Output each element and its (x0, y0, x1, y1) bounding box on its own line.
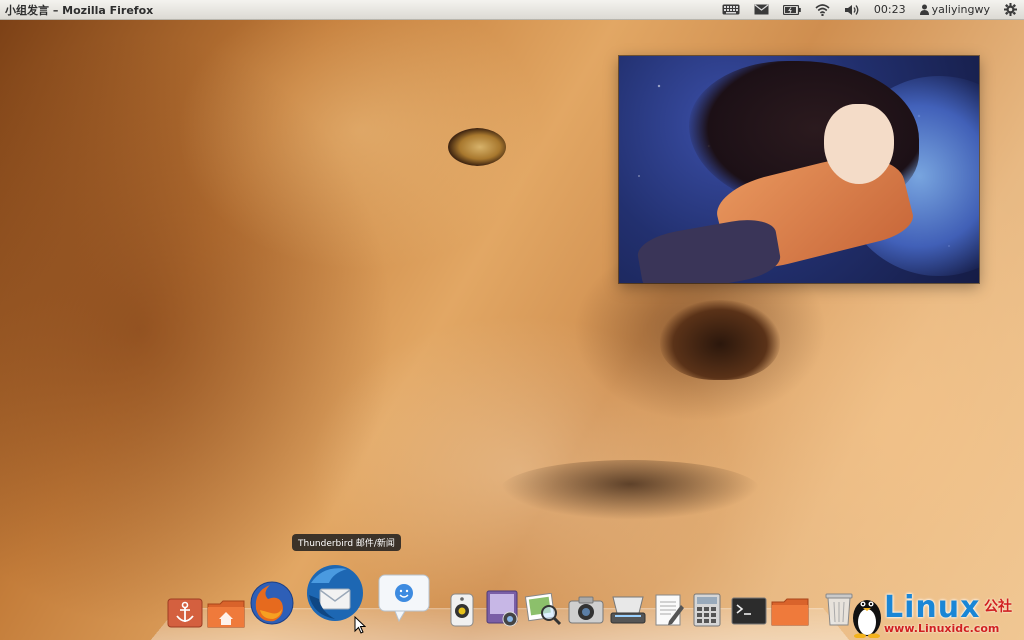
dock-item-anchor[interactable] (166, 596, 204, 630)
dock-item-firefox[interactable] (247, 578, 297, 628)
watermark-suffix: 公社 (984, 599, 1012, 615)
wifi-icon (815, 3, 830, 16)
volume-icon (844, 4, 859, 15)
sound-indicator[interactable] (837, 0, 867, 20)
dock-item-thunderbird[interactable] (302, 562, 368, 624)
keyboard-icon (722, 4, 740, 15)
clock-text: 00:23 (873, 3, 906, 16)
image-character-face (824, 104, 894, 184)
folder-icon (771, 598, 809, 626)
envelope-icon (754, 4, 769, 15)
watermark-brand: Linux (884, 590, 981, 625)
dock-item-photo-viewer[interactable] (484, 588, 522, 628)
cursor-arrow-icon (354, 615, 367, 634)
scanner-icon (610, 596, 646, 624)
top-panel: 小组发言 – Mozilla Firefox 00:23 yaliyingwy (0, 0, 1024, 20)
active-window-title: 小组发言 – Mozilla Firefox (5, 3, 154, 17)
terminal-icon (731, 597, 767, 625)
wallpaper-lion-mouth (500, 460, 760, 520)
penguin-logo-icon (853, 600, 881, 638)
dock-item-terminal[interactable] (730, 596, 768, 626)
session-indicator[interactable] (997, 0, 1024, 20)
calculator-icon (693, 593, 721, 627)
photo-viewer-icon (486, 590, 518, 627)
indicator-area: 00:23 yaliyingwy (715, 0, 1024, 20)
watermark: Linux 公社 www.Linuxidc.com (850, 590, 1024, 640)
speaker-icon (450, 593, 474, 627)
firefox-icon (250, 581, 294, 625)
text-editor-icon (655, 594, 684, 626)
image-magnifier-icon (525, 593, 562, 626)
dock-item-text-editor[interactable] (652, 592, 686, 628)
dock-item-scanner[interactable] (608, 592, 648, 626)
wallpaper-lion-nose (660, 300, 780, 380)
dock-item-home-folder[interactable] (206, 596, 246, 630)
watermark-url: www.Linuxidc.com (884, 622, 1000, 635)
username-text: yaliyingwy (931, 3, 990, 16)
thunderbird-icon (307, 565, 363, 621)
dock-item-camera[interactable] (566, 594, 606, 626)
dock-item-folder[interactable] (770, 596, 810, 628)
clock-indicator[interactable]: 00:23 (867, 0, 913, 20)
chat-bubble-icon (378, 574, 430, 623)
battery-indicator[interactable] (776, 0, 808, 20)
battery-icon (782, 4, 801, 15)
dock-item-image-magnifier[interactable] (524, 592, 564, 628)
image-preview-window[interactable] (619, 56, 979, 283)
mouse-cursor (354, 615, 367, 638)
user-icon (919, 4, 929, 15)
wallpaper-lion-eye (448, 128, 506, 166)
dock-tooltip: Thunderbird 邮件/新闻 (292, 534, 401, 551)
dock-item-speaker[interactable] (448, 592, 476, 628)
messaging-indicator[interactable] (747, 0, 776, 20)
keyboard-indicator[interactable] (715, 0, 747, 20)
user-indicator[interactable]: yaliyingwy (913, 0, 997, 20)
dock-item-chat[interactable] (376, 572, 432, 624)
gear-icon (1004, 3, 1017, 16)
dock-item-calculator[interactable] (692, 592, 722, 628)
camera-icon (568, 596, 604, 624)
anchor-icon (167, 598, 203, 628)
home-folder-icon (207, 600, 245, 628)
network-indicator[interactable] (808, 0, 837, 20)
